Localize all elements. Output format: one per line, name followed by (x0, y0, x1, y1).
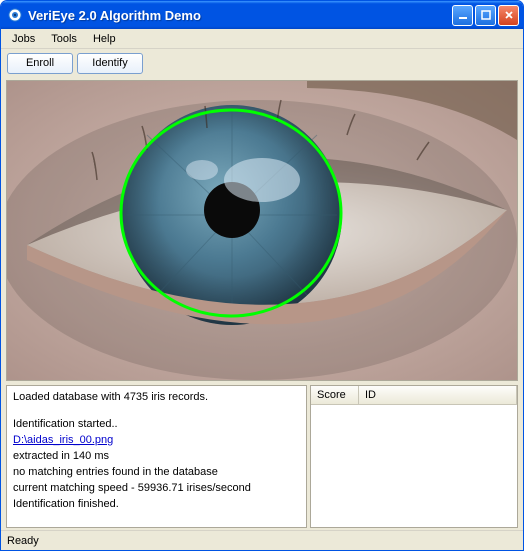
column-id[interactable]: ID (359, 386, 517, 405)
log-line: Identification started.. (13, 417, 300, 433)
column-score[interactable]: Score (311, 386, 359, 405)
statusbar: Ready (1, 530, 523, 550)
log-line: current matching speed - 59936.71 irises… (13, 481, 300, 497)
titlebar[interactable]: VeriEye 2.0 Algorithm Demo (1, 1, 523, 29)
log-panel[interactable]: Loaded database with 4735 iris records. … (6, 385, 307, 528)
maximize-button[interactable] (475, 5, 496, 26)
identify-button[interactable]: Identify (77, 53, 143, 74)
log-line: extracted in 140 ms (13, 449, 300, 465)
eye-image (7, 81, 517, 380)
window-title: VeriEye 2.0 Algorithm Demo (28, 8, 452, 23)
minimize-button[interactable] (452, 5, 473, 26)
log-line: Loaded database with 4735 iris records. (13, 390, 300, 406)
status-text: Ready (7, 535, 39, 547)
log-file-link[interactable]: D:\aidas_iris_00.png (13, 434, 113, 446)
log-line: Identification finished. (13, 497, 300, 513)
enroll-button[interactable]: Enroll (7, 53, 73, 74)
results-header: Score ID (311, 386, 517, 405)
menu-tools[interactable]: Tools (44, 31, 84, 47)
results-body[interactable] (311, 405, 517, 527)
menu-jobs[interactable]: Jobs (5, 31, 42, 47)
menubar: Jobs Tools Help (1, 29, 523, 49)
menu-help[interactable]: Help (86, 31, 123, 47)
eye-image-viewport[interactable] (6, 80, 518, 381)
bottom-panels: Loaded database with 4735 iris records. … (6, 385, 518, 528)
window-buttons (452, 5, 519, 26)
close-button[interactable] (498, 5, 519, 26)
app-window: VeriEye 2.0 Algorithm Demo Jobs Tools He… (0, 0, 524, 551)
app-icon (7, 7, 23, 23)
results-panel: Score ID (310, 385, 518, 528)
log-line: no matching entries found in the databas… (13, 465, 300, 481)
toolbar: Enroll Identify (1, 49, 523, 77)
